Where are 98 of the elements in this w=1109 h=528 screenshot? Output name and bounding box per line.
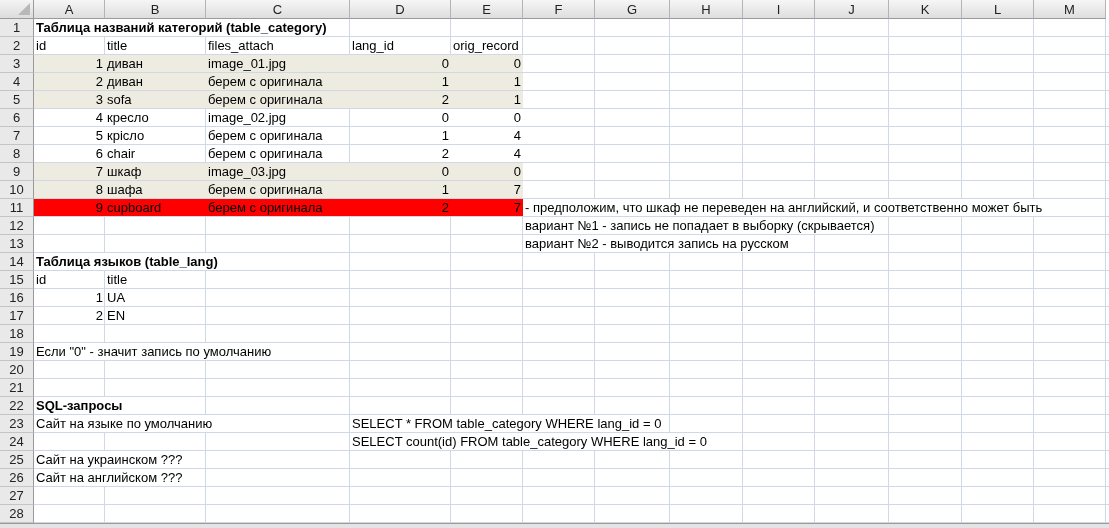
row-header[interactable]: 16 [0,289,34,307]
row-header[interactable]: 11 [0,199,34,217]
table-cell-text: 0 [440,163,450,180]
table-cell-text: 0 [440,55,450,72]
table-cell-text: берем с оригинала [207,91,324,108]
column-header[interactable]: A [34,0,105,19]
row-header[interactable]: 6 [0,109,34,127]
column-header[interactable]: H [670,0,743,19]
note-text: - предположим, что шкаф не переведен на английский, и соответственно может быть [523,199,1045,216]
column-header[interactable]: K [889,0,962,19]
row-header[interactable]: 22 [0,397,34,415]
column-header[interactable]: F [523,0,595,19]
column-header[interactable]: B [105,0,206,19]
table-cell-text: 7 [94,163,104,180]
table-cell-text: 0 [512,55,522,72]
column-header[interactable]: E [451,0,523,19]
row-header[interactable]: 27 [0,487,34,505]
table-cell: берем с оригинала [206,145,325,162]
table-cell-text: берем с оригинала [207,73,324,90]
table-cell-text: 1 [440,181,450,198]
column-header[interactable]: D [350,0,451,19]
table-cell: 4 [511,145,523,162]
table-cell-text: 8 [94,181,104,198]
column-header[interactable]: C [206,0,350,19]
table-cell: 1 [439,127,451,144]
row-header[interactable]: 4 [0,73,34,91]
table-cell-text: 1 [512,91,522,108]
row-header[interactable]: 3 [0,55,34,73]
table-cell-text: 7 [512,199,522,216]
table-cell-text: 7 [512,181,522,198]
row-header[interactable]: 19 [0,343,34,361]
table-cell-text: диван [106,55,145,72]
row-header[interactable]: 17 [0,307,34,325]
table-cell-text: диван [106,73,145,90]
sql-query: SELECT count(id) FROM table_category WHERE lang_id = 0 [350,433,709,450]
column-header[interactable]: J [815,0,889,19]
column-header[interactable]: M [1034,0,1106,19]
row-header[interactable]: 28 [0,505,34,523]
table-cell-text: 1 [94,289,104,306]
table-cell-text: sofa [106,91,133,108]
table-cell-text: 2 [94,73,104,90]
row-header[interactable]: 25 [0,451,34,469]
row-header[interactable]: 23 [0,415,34,433]
row-header[interactable]: 24 [0,433,34,451]
table-title: Таблица языков (table_lang) [34,253,220,270]
table-cell-text: image_01.jpg [207,55,288,72]
triangle-icon [18,3,30,15]
table-cell-text: 1 [512,73,522,90]
table-cell: 0 [511,109,523,126]
table-cell-text: шафа [106,181,144,198]
row-header[interactable]: 5 [0,91,34,109]
row-header[interactable]: 13 [0,235,34,253]
table-cell: берем с оригинала [206,127,325,144]
row-header[interactable]: 7 [0,127,34,145]
query-label: Сайт на языке по умолчанию [34,415,215,432]
row-header[interactable]: 20 [0,361,34,379]
table-cell-text: 9 [94,199,104,216]
select-all-corner[interactable] [0,0,34,19]
table-cell-text: берем с оригинала [207,199,324,216]
column-header[interactable]: G [595,0,670,19]
table-cell: 0 [439,109,451,126]
table-cell-text: 0 [512,163,522,180]
row-header[interactable]: 1 [0,19,34,37]
table-cell-text: image_03.jpg [207,163,288,180]
section-title: SQL-запросы [34,397,125,414]
table-cell: 2 [439,145,451,162]
table-cell: 4 [511,127,523,144]
table-cell-text: 2 [440,199,450,216]
table-cell-text: 1 [440,73,450,90]
table-cell-text: 3 [94,91,104,108]
table-title: Таблица названий категорий (table_category) [34,19,329,36]
sql-query: SELECT * FROM table_category WHERE lang_id = 0 [350,415,664,432]
query-label: Сайт на английском ??? [34,469,185,486]
row-header[interactable]: 8 [0,145,34,163]
table-cell-text: берем с оригинала [207,181,324,198]
row-header[interactable]: 2 [0,37,34,55]
row-header[interactable]: 15 [0,271,34,289]
note-text: Если "0" - значит запись по умолчанию [34,343,274,360]
column-header[interactable]: I [743,0,815,19]
column-header[interactable]: L [962,0,1034,19]
table-cell-text: 2 [94,307,104,324]
note-text: вариант №2 - выводится запись на русском [523,235,791,252]
row-header[interactable]: 18 [0,325,34,343]
table-cell-text: 1 [94,55,104,72]
row-header[interactable]: 14 [0,253,34,271]
table-cell: 5 [93,127,105,144]
row-header[interactable]: 9 [0,163,34,181]
row-header[interactable]: 10 [0,181,34,199]
table-cell-text: cupboard [106,199,163,216]
query-label: Сайт на украинском ??? [34,451,185,468]
row-header[interactable]: 21 [0,379,34,397]
table-cell: 6 [93,145,105,162]
table-cell: 4 [93,109,105,126]
row-header[interactable]: 12 [0,217,34,235]
row-header[interactable]: 26 [0,469,34,487]
table-cell-text: шкаф [106,163,143,180]
table-cell-text: 2 [440,91,450,108]
note-text: вариант №1 - запись не попадает в выборку (скрывается) [523,217,877,234]
